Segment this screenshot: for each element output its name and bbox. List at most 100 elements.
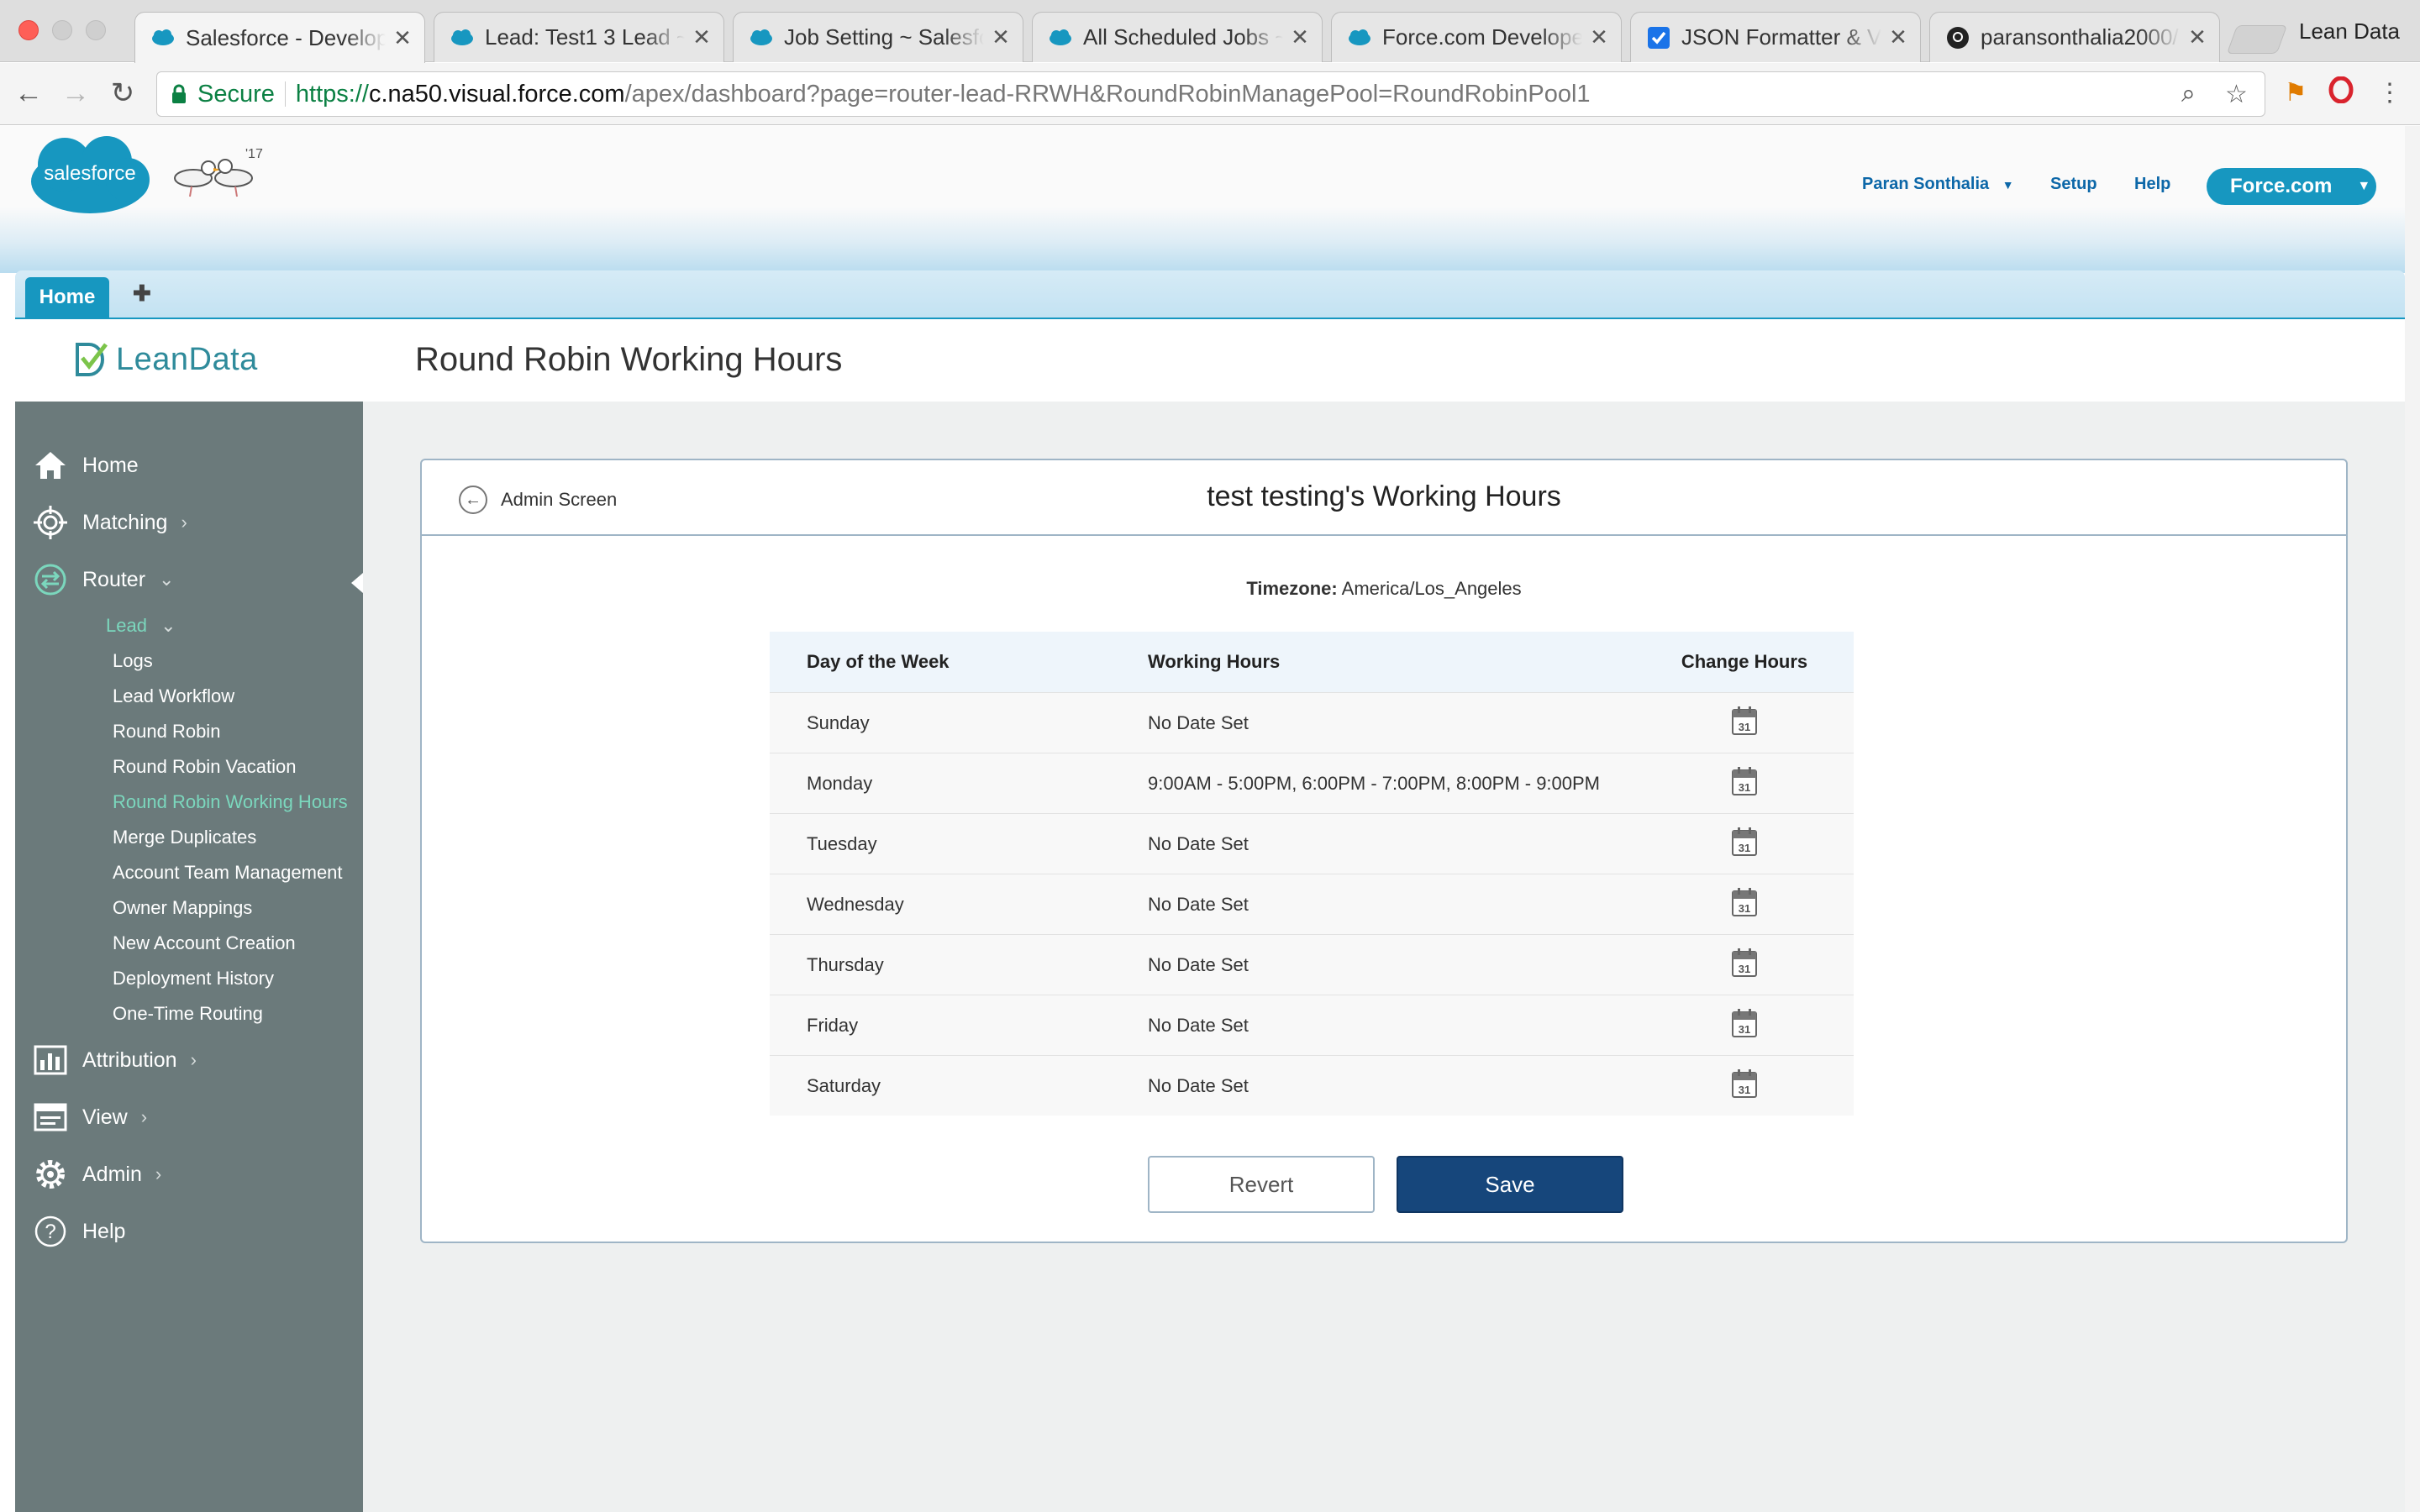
url-path: /apex/dashboard?page=router-lead-RRWH&Ro… xyxy=(624,80,1591,108)
address-separator xyxy=(284,81,286,107)
calendar-icon[interactable]: 31 xyxy=(1732,1068,1757,1103)
browser-tab-bar: Salesforce - Developer Edition ✕ Lead: T… xyxy=(0,0,2420,63)
reload-icon[interactable]: ↻ xyxy=(106,76,139,110)
change-hours-cell: 31 xyxy=(1635,1068,1854,1103)
browser-tab[interactable]: Lead: Test1 3 Lead ~ Salesforce ✕ xyxy=(434,12,724,62)
help-circle-icon: ? xyxy=(32,1215,69,1248)
app-title-bar: LeanData Round Robin Working Hours xyxy=(15,318,2405,402)
browser-tab[interactable]: Force.com Developer Console ✕ xyxy=(1331,12,1622,62)
gear-icon xyxy=(32,1158,69,1191)
browser-tab[interactable]: Salesforce - Developer Edition ✕ xyxy=(134,12,425,63)
browser-tab[interactable]: Job Setting ~ Salesforce ✕ xyxy=(733,12,1023,62)
sidebar-item-new-account-creation[interactable]: New Account Creation xyxy=(113,932,296,954)
close-window-button[interactable] xyxy=(18,20,39,40)
calendar-icon[interactable]: 31 xyxy=(1732,887,1757,921)
help-link[interactable]: Help xyxy=(2134,175,2170,194)
calendar-icon[interactable]: 31 xyxy=(1732,827,1757,861)
sidebar-item-round-robin[interactable]: Round Robin xyxy=(113,721,220,743)
sidebar-item-one-time-routing[interactable]: One-Time Routing xyxy=(113,1003,263,1025)
forward-arrow-icon[interactable]: → xyxy=(59,76,92,110)
svg-text:31: 31 xyxy=(1739,721,1750,733)
change-hours-cell: 31 xyxy=(1635,1008,1854,1042)
column-header-change-hours: Change Hours xyxy=(1681,651,1808,672)
browser-toolbar: ← → ↻ Secure https://c.na50.visual.force… xyxy=(0,63,2420,125)
calendar-icon[interactable]: 31 xyxy=(1732,766,1757,801)
calendar-icon[interactable]: 31 xyxy=(1732,948,1757,982)
salesforce-cloud-icon xyxy=(450,25,475,50)
working-hours-cell: 9:00AM - 5:00PM, 6:00PM - 7:00PM, 8:00PM… xyxy=(1148,772,1601,794)
extension-flag-icon[interactable]: ⚑ xyxy=(2279,76,2312,110)
zoom-search-icon[interactable]: ⌕ xyxy=(2181,80,2196,108)
tab-home[interactable]: Home xyxy=(25,277,109,318)
sidebar-item-owner-mappings[interactable]: Owner Mappings xyxy=(113,897,252,919)
salesforce-cloud-icon xyxy=(749,25,774,50)
svg-text:31: 31 xyxy=(1739,781,1750,794)
salesforce-logo[interactable]: salesforce xyxy=(27,131,153,218)
sidebar-item-label: Matching xyxy=(82,510,168,534)
save-button[interactable]: Save xyxy=(1397,1156,1623,1213)
day-cell: Thursday xyxy=(807,953,884,975)
calendar-icon[interactable]: 31 xyxy=(1732,1008,1757,1042)
browser-tab[interactable]: JSON Formatter & Validator ✕ xyxy=(1630,12,1921,62)
close-tab-icon[interactable]: ✕ xyxy=(692,24,712,50)
close-tab-icon[interactable]: ✕ xyxy=(392,25,413,51)
change-hours-cell: 31 xyxy=(1635,887,1854,921)
browser-menu-icon[interactable]: ⋮ xyxy=(2373,76,2407,110)
sidebar-item-lead-workflow[interactable]: Lead Workflow xyxy=(113,685,234,707)
calendar-icon[interactable]: 31 xyxy=(1732,706,1757,740)
all-tabs-plus-icon[interactable]: ✚ xyxy=(133,281,151,307)
browser-tab[interactable]: paransonthalia2000/F ✕ xyxy=(1929,12,2220,62)
sidebar-item-help[interactable]: ? Help xyxy=(32,1215,125,1248)
day-cell: Friday xyxy=(807,1014,859,1036)
sidebar-item-attribution[interactable]: Attribution › xyxy=(32,1043,197,1077)
day-cell: Tuesday xyxy=(807,832,877,854)
close-tab-icon[interactable]: ✕ xyxy=(1589,24,1609,50)
sidebar-item-round-robin-working-hours[interactable]: Round Robin Working Hours xyxy=(113,791,348,813)
salesforce-header: salesforce '17 Paran Sonthalia ▼ Setup H… xyxy=(0,126,2420,273)
new-tab-button[interactable] xyxy=(2226,25,2288,54)
card-header: ← Admin Screen test testing's Working Ho… xyxy=(422,460,2346,536)
force-com-app-menu-button[interactable]: Force.com ▼ xyxy=(2207,168,2376,205)
sidebar-item-lead[interactable]: Lead ⌄ xyxy=(106,615,176,637)
setup-link[interactable]: Setup xyxy=(2050,175,2097,194)
browser-tab-title: Lead: Test1 3 Lead ~ Salesforce xyxy=(485,24,685,50)
bar-chart-icon xyxy=(32,1043,69,1077)
extension-opera-icon[interactable] xyxy=(2324,76,2358,110)
minimize-window-button[interactable] xyxy=(52,20,72,40)
maximize-window-button[interactable] xyxy=(86,20,106,40)
close-tab-icon[interactable]: ✕ xyxy=(1888,24,1908,50)
sidebar-item-view[interactable]: View › xyxy=(32,1100,147,1134)
sidebar-item-admin[interactable]: Admin › xyxy=(32,1158,161,1191)
leandata-logo[interactable]: LeanData xyxy=(74,341,258,378)
browser-profile-name[interactable]: Lean Data xyxy=(2299,18,2400,45)
sidebar-item-label: Router xyxy=(82,567,146,591)
sidebar-item-home[interactable]: Home xyxy=(32,449,139,482)
table-row: Wednesday No Date Set 31 xyxy=(770,874,1854,934)
browser-tab-title: paransonthalia2000/F xyxy=(1981,24,2181,50)
browser-tab[interactable]: All Scheduled Jobs ~ Salesforce ✕ xyxy=(1032,12,1323,62)
page-scrollbar-track[interactable] xyxy=(2405,126,2420,1512)
sidebar-item-merge-duplicates[interactable]: Merge Duplicates xyxy=(113,827,256,848)
sidebar-item-router[interactable]: Router ⌄ xyxy=(32,563,174,596)
bookmark-star-icon[interactable]: ☆ xyxy=(2225,80,2248,109)
close-tab-icon[interactable]: ✕ xyxy=(2187,24,2207,50)
sidebar-item-matching[interactable]: Matching › xyxy=(32,506,187,539)
address-bar[interactable]: Secure https://c.na50.visual.force.com/a… xyxy=(156,71,2265,117)
salesforce-cloud-icon xyxy=(150,25,176,50)
sidebar-item-logs[interactable]: Logs xyxy=(113,650,153,672)
user-menu[interactable]: Paran Sonthalia ▼ xyxy=(1862,175,2014,194)
sidebar-item-label: Lead xyxy=(106,615,147,636)
back-arrow-icon[interactable]: ← xyxy=(12,76,45,110)
page-title: Round Robin Working Hours xyxy=(415,341,843,378)
revert-button[interactable]: Revert xyxy=(1148,1156,1375,1213)
close-tab-icon[interactable]: ✕ xyxy=(991,24,1011,50)
close-tab-icon[interactable]: ✕ xyxy=(1290,24,1310,50)
working-hours-cell: No Date Set xyxy=(1148,832,1249,854)
sidebar-item-account-team-management[interactable]: Account Team Management xyxy=(113,862,343,884)
day-cell: Monday xyxy=(807,772,873,794)
table-row: Monday 9:00AM - 5:00PM, 6:00PM - 7:00PM,… xyxy=(770,753,1854,813)
sidebar-item-deployment-history[interactable]: Deployment History xyxy=(113,968,274,990)
sidebar-item-round-robin-vacation[interactable]: Round Robin Vacation xyxy=(113,756,297,778)
table-row: Saturday No Date Set 31 xyxy=(770,1055,1854,1116)
browser-tab-title: Salesforce - Developer Edition xyxy=(186,24,386,50)
